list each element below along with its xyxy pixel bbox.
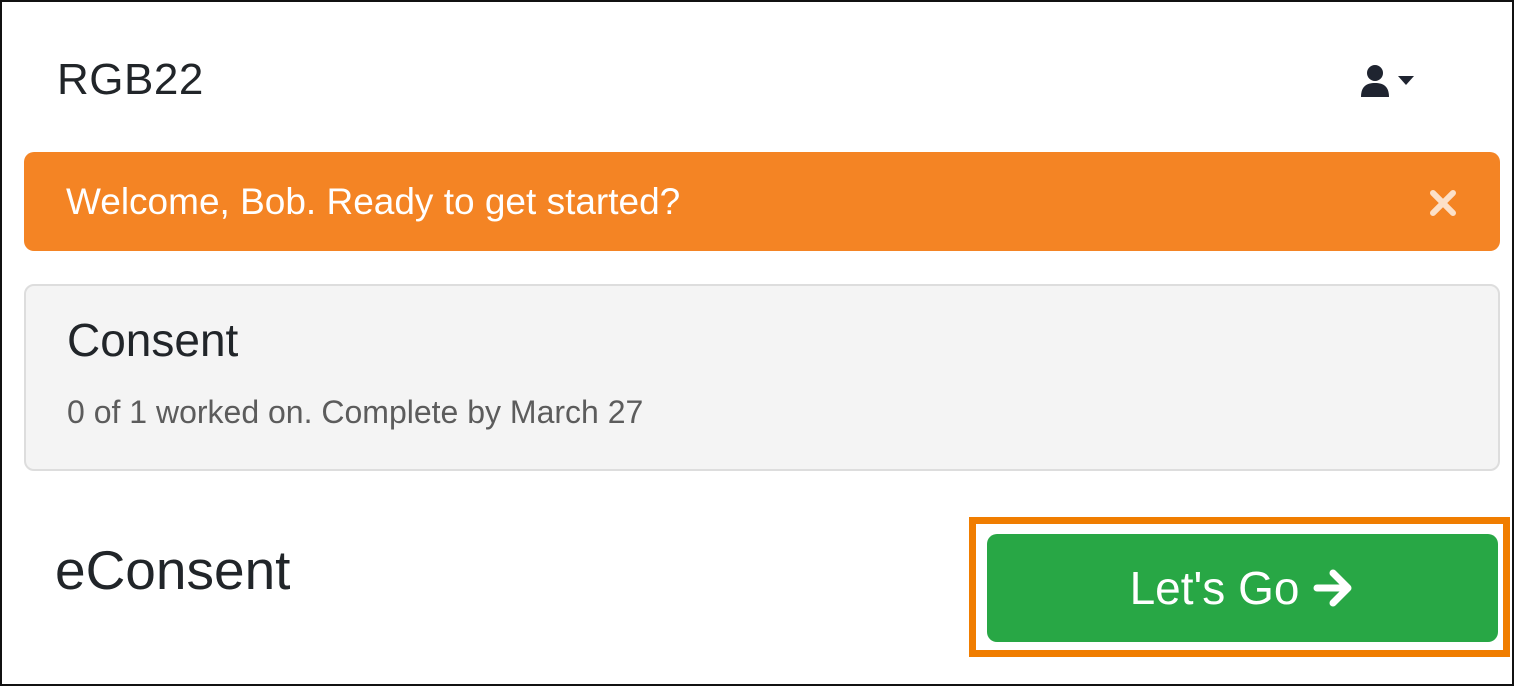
section-title: eConsent <box>55 539 291 601</box>
consent-title: Consent <box>67 314 239 366</box>
user-icon <box>1360 64 1390 98</box>
consent-card: Consent 0 of 1 worked on. Complete by Ma… <box>24 284 1500 471</box>
lets-go-label: Let's Go <box>1129 562 1300 614</box>
consent-status: 0 of 1 worked on. Complete by March 27 <box>67 394 644 430</box>
arrow-right-icon <box>1313 568 1355 608</box>
lets-go-button[interactable]: Let's Go <box>987 534 1498 642</box>
close-icon[interactable] <box>1426 186 1460 220</box>
caret-down-icon <box>1398 76 1414 86</box>
brand-title: RGB22 <box>57 55 204 104</box>
alert-message: Welcome, Bob. Ready to get started? <box>66 181 681 222</box>
welcome-alert: Welcome, Bob. Ready to get started? <box>24 152 1500 251</box>
user-menu-toggle[interactable] <box>1360 62 1426 100</box>
